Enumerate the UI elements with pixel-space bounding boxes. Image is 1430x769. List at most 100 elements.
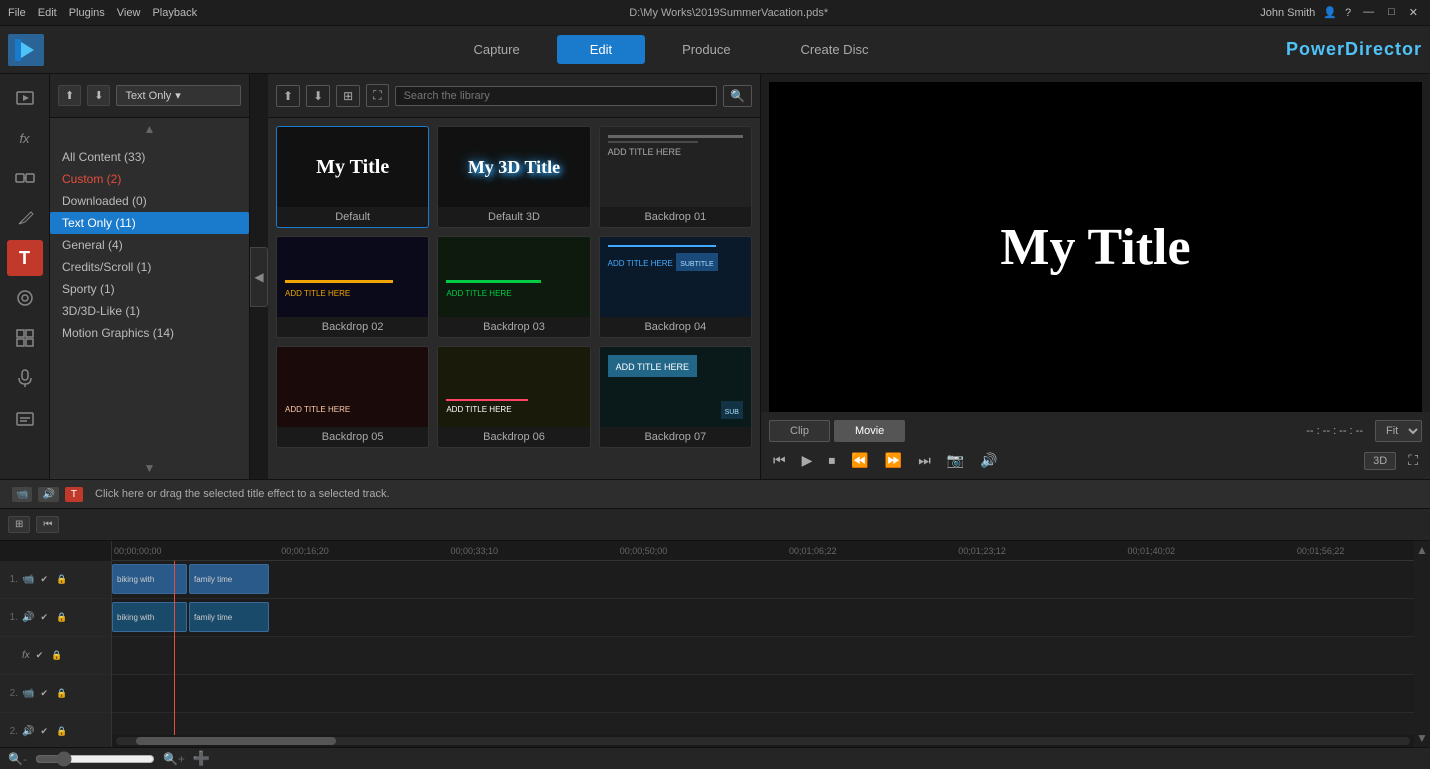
- clip-biking1[interactable]: biking with: [112, 564, 187, 594]
- clip-family1[interactable]: family time: [189, 564, 269, 594]
- timeline-track-labels: 1. 📹 ✔ 🔒 1. 🔊 ✔ 🔒 fx ✔ 🔒 2. 📹 ✔: [0, 541, 112, 747]
- grid-view-download-button[interactable]: ⬇: [306, 85, 330, 107]
- 3d-button[interactable]: 3D: [1364, 452, 1396, 470]
- help-icon[interactable]: ?: [1345, 7, 1351, 19]
- timeline-add-track-button[interactable]: ⊞: [8, 516, 30, 533]
- sidebar-icon-subtitles[interactable]: [7, 400, 43, 436]
- category-downloaded[interactable]: Downloaded (0): [50, 190, 249, 212]
- search-input[interactable]: [395, 86, 717, 106]
- grid-view-import-button[interactable]: ⬆: [276, 85, 300, 107]
- grid-expand-button[interactable]: ⛶: [366, 84, 388, 107]
- timeline-vertical-scrollbar[interactable]: ▲ ▼: [1414, 541, 1430, 747]
- grid-item-backdrop06[interactable]: ADD TITLE HERE Backdrop 06: [437, 346, 590, 448]
- maximize-button[interactable]: □: [1384, 6, 1399, 19]
- menu-plugins[interactable]: Plugins: [69, 7, 105, 19]
- grid-layout-button[interactable]: ⊞: [336, 85, 360, 107]
- playback-controls: ⏮ ▶ ⏹ ⏪ ⏩ ⏭ 📷 🔊 3D ⛶: [769, 450, 1422, 471]
- tab-movie[interactable]: Movie: [834, 420, 905, 442]
- preview-panel: My Title Clip Movie -- : -- : -- : -- Fi…: [760, 74, 1430, 479]
- sidebar-icon-grid[interactable]: [7, 320, 43, 356]
- add-track-button[interactable]: ➕: [193, 750, 210, 767]
- grid-item-backdrop07[interactable]: ADD TITLE HERE SUB Backdrop 07: [599, 346, 752, 448]
- grid-item-backdrop03[interactable]: ADD TITLE HERE Backdrop 03: [437, 236, 590, 338]
- clip-biking1a[interactable]: biking with: [112, 602, 187, 632]
- rewind-button[interactable]: ⏪: [847, 450, 872, 471]
- frame-forward-button[interactable]: ⏭: [914, 450, 935, 471]
- scroll-down-arrow[interactable]: ▼: [50, 457, 249, 479]
- category-sporty[interactable]: Sporty (1): [50, 278, 249, 300]
- track-lock-2[interactable]: 🔒: [54, 687, 69, 700]
- timeline: ⊞ ⏮ 1. 📹 ✔ 🔒 1. 🔊 ✔ 🔒 fx ✔ 🔒: [0, 509, 1430, 769]
- download-button[interactable]: ⬇: [87, 85, 110, 106]
- import-button[interactable]: ⬆: [58, 85, 81, 106]
- grid-item-backdrop04[interactable]: ADD TITLE HERE SUBTITLE Backdrop 04: [599, 236, 752, 338]
- fast-forward-button[interactable]: ⏩: [881, 450, 906, 471]
- track-lock-fx[interactable]: 🔒: [49, 649, 64, 662]
- category-custom[interactable]: Custom (2): [50, 168, 249, 190]
- track-checkbox-1a[interactable]: ✔: [38, 611, 50, 624]
- track-label-row-1a: 1. 🔊 ✔ 🔒: [0, 599, 111, 637]
- playhead[interactable]: [174, 561, 175, 735]
- track-checkbox-1[interactable]: ✔: [38, 573, 50, 586]
- menu-edit[interactable]: Edit: [38, 7, 57, 19]
- menu-file[interactable]: File: [8, 7, 26, 19]
- minimize-button[interactable]: —: [1359, 6, 1378, 19]
- sidebar-icon-transitions[interactable]: [7, 160, 43, 196]
- category-text-only[interactable]: Text Only (11): [50, 212, 249, 234]
- grid-item-default[interactable]: My Title Default: [276, 126, 429, 228]
- category-3d-like[interactable]: 3D/3D-Like (1): [50, 300, 249, 322]
- clip-family1a[interactable]: family time: [189, 602, 269, 632]
- category-all[interactable]: All Content (33): [50, 146, 249, 168]
- track-row-fx: [112, 637, 1414, 675]
- zoom-in-icon[interactable]: 🔍+: [163, 752, 185, 766]
- tab-edit[interactable]: Edit: [557, 35, 645, 64]
- collapse-panel-button[interactable]: ◀: [250, 247, 268, 307]
- fullscreen-button[interactable]: ⛶: [1404, 450, 1422, 471]
- grid-item-backdrop05[interactable]: ADD TITLE HERE Backdrop 05: [276, 346, 429, 448]
- category-header: ⬆ ⬇ Text Only ▾: [50, 74, 249, 118]
- sidebar-icon-media[interactable]: [7, 80, 43, 116]
- scroll-up-btn[interactable]: ▲: [1414, 541, 1430, 559]
- tab-produce[interactable]: Produce: [649, 35, 763, 64]
- zoom-slider[interactable]: [35, 751, 155, 767]
- track-checkbox-2[interactable]: ✔: [38, 687, 50, 700]
- track-lock-1a[interactable]: 🔒: [54, 611, 69, 624]
- category-motion-graphics[interactable]: Motion Graphics (14): [50, 322, 249, 344]
- timeline-scrollbar[interactable]: [112, 735, 1414, 747]
- stop-button[interactable]: ⏹: [824, 450, 839, 471]
- grid-item-default-3d[interactable]: My 3D Title Default 3D: [437, 126, 590, 228]
- play-pause-button[interactable]: ▶: [798, 450, 817, 471]
- grid-item-backdrop02[interactable]: ADD TITLE HERE Backdrop 02: [276, 236, 429, 338]
- sidebar-icon-fx[interactable]: fx: [7, 120, 43, 156]
- category-credits-scroll[interactable]: Credits/Scroll (1): [50, 256, 249, 278]
- scrollbar-thumb[interactable]: [136, 737, 336, 745]
- timeline-jump-button[interactable]: ⏮: [36, 516, 59, 533]
- tab-clip[interactable]: Clip: [769, 420, 830, 442]
- scroll-down-btn[interactable]: ▼: [1414, 729, 1430, 747]
- zoom-out-icon[interactable]: 🔍-: [8, 752, 27, 766]
- menu-playback[interactable]: Playback: [152, 7, 197, 19]
- sidebar-icon-microphone[interactable]: [7, 360, 43, 396]
- track-row-2a: [112, 713, 1414, 735]
- sidebar-icon-audio[interactable]: [7, 280, 43, 316]
- grid-item-backdrop01[interactable]: ADD TITLE HERE Backdrop 01: [599, 126, 752, 228]
- audio-button[interactable]: 🔊: [976, 450, 1001, 471]
- menu-view[interactable]: View: [117, 7, 141, 19]
- track-checkbox-fx[interactable]: ✔: [34, 649, 46, 662]
- tab-create-disc[interactable]: Create Disc: [768, 35, 902, 64]
- search-button[interactable]: 🔍: [723, 85, 752, 107]
- tab-capture[interactable]: Capture: [440, 35, 552, 64]
- close-button[interactable]: ✕: [1405, 6, 1422, 19]
- snapshot-button[interactable]: 📷: [943, 450, 968, 471]
- scroll-up-arrow[interactable]: ▲: [50, 118, 249, 140]
- file-path: D:\My Works\2019SummerVacation.pds*: [197, 7, 1260, 19]
- track-lock-2a[interactable]: 🔒: [54, 725, 69, 738]
- track-lock-1[interactable]: 🔒: [54, 573, 69, 586]
- track-checkbox-2a[interactable]: ✔: [38, 725, 50, 738]
- sidebar-icon-title[interactable]: T: [7, 240, 43, 276]
- rewind-start-button[interactable]: ⏮: [769, 450, 790, 471]
- sidebar-icon-pen[interactable]: [7, 200, 43, 236]
- filter-dropdown[interactable]: Text Only ▾: [116, 85, 241, 106]
- fit-select[interactable]: Fit: [1375, 420, 1422, 442]
- category-general[interactable]: General (4): [50, 234, 249, 256]
